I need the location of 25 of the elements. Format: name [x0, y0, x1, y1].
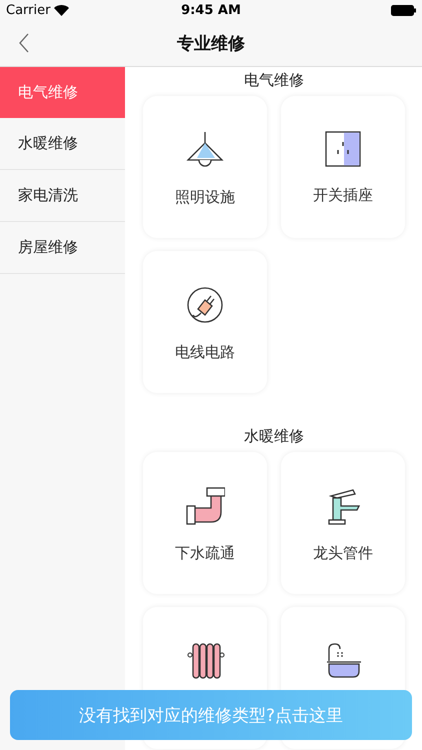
radiator-icon — [185, 641, 225, 681]
back-icon[interactable] — [18, 33, 30, 53]
service-card[interactable]: 龙头管件 — [281, 452, 405, 594]
service-card[interactable]: 开关插座 — [281, 96, 405, 238]
battery-icon — [390, 4, 416, 16]
service-label: 开关插座 — [313, 186, 373, 205]
plug-icon — [185, 285, 225, 325]
carrier-label: Carrier — [6, 2, 50, 18]
section-title: 电气维修 — [243, 70, 305, 91]
status-time: 9:45 AM — [181, 2, 241, 18]
power-socket-icon — [324, 130, 362, 168]
service-label: 下水疏通 — [175, 544, 235, 563]
category-item[interactable]: 水暖维修 — [0, 118, 125, 170]
service-card[interactable]: 照明设施 — [143, 96, 267, 238]
service-label: 照明设施 — [175, 188, 235, 207]
pipe-elbow-icon — [185, 486, 225, 526]
section-title: 水暖维修 — [243, 426, 305, 447]
service-card[interactable]: 电线电路 — [143, 251, 267, 393]
wifi-icon — [54, 4, 70, 16]
service-card[interactable]: 下水疏通 — [143, 452, 267, 594]
category-item[interactable]: 家电清洗 — [0, 170, 125, 222]
page-title: 专业维修 — [177, 32, 245, 54]
category-item[interactable]: 房屋维修 — [0, 222, 125, 274]
service-label: 电线电路 — [175, 343, 235, 362]
service-label: 龙头管件 — [313, 544, 373, 563]
